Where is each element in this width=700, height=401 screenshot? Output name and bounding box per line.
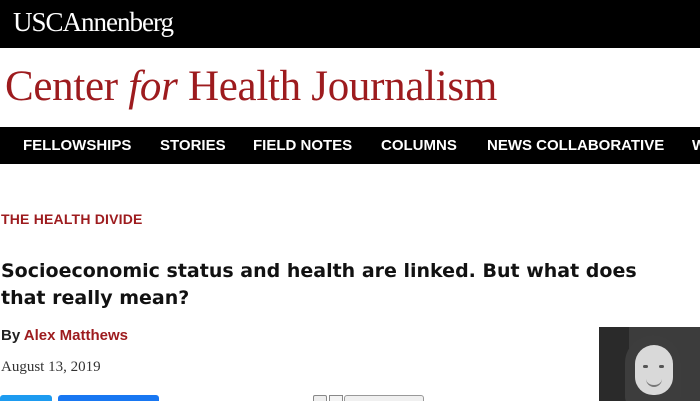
print-icon[interactable]	[313, 395, 327, 401]
main-nav: FELLOWSHIPS STORIES FIELD NOTES COLUMNS …	[0, 127, 700, 164]
photo-eye-left	[643, 365, 648, 368]
nav-item-overflow[interactable]: W	[692, 127, 700, 164]
nav-item-field-notes[interactable]: FIELD NOTES	[253, 127, 352, 164]
top-bar: USCAnnenberg	[0, 0, 700, 48]
nav-item-news-collaborative[interactable]: NEWS COLLABORATIVE	[487, 127, 664, 164]
site-title-for: for	[128, 63, 178, 110]
usc-annenberg-logo[interactable]: USCAnnenberg	[13, 7, 174, 38]
section-label[interactable]: THE HEALTH DIVIDE	[1, 211, 143, 227]
nav-item-columns[interactable]: COLUMNS	[381, 127, 457, 164]
page: USCAnnenberg Center for Health Journalis…	[0, 0, 700, 401]
nav-item-fellowships[interactable]: FELLOWSHIPS	[23, 127, 131, 164]
author-link[interactable]: Alex Matthews	[24, 327, 128, 344]
print-button[interactable]	[344, 395, 424, 401]
photo-face	[635, 345, 673, 395]
site-title[interactable]: Center for Health Journalism	[5, 62, 497, 111]
site-title-part-1: Center	[5, 63, 129, 110]
share-twitter-button[interactable]	[0, 395, 52, 401]
article-headline: Socioeconomic status and health are link…	[1, 260, 637, 309]
byline: By Alex Matthews	[1, 327, 128, 344]
site-title-part-2: Health Journalism	[177, 63, 497, 110]
byline-prefix: By	[1, 327, 24, 344]
nav-item-stories[interactable]: STORIES	[160, 127, 226, 164]
publish-date: August 13, 2019	[1, 359, 101, 375]
photo-eye-right	[659, 365, 664, 368]
author-photo	[599, 327, 700, 401]
email-icon[interactable]	[329, 395, 343, 401]
share-facebook-button[interactable]	[58, 395, 159, 401]
